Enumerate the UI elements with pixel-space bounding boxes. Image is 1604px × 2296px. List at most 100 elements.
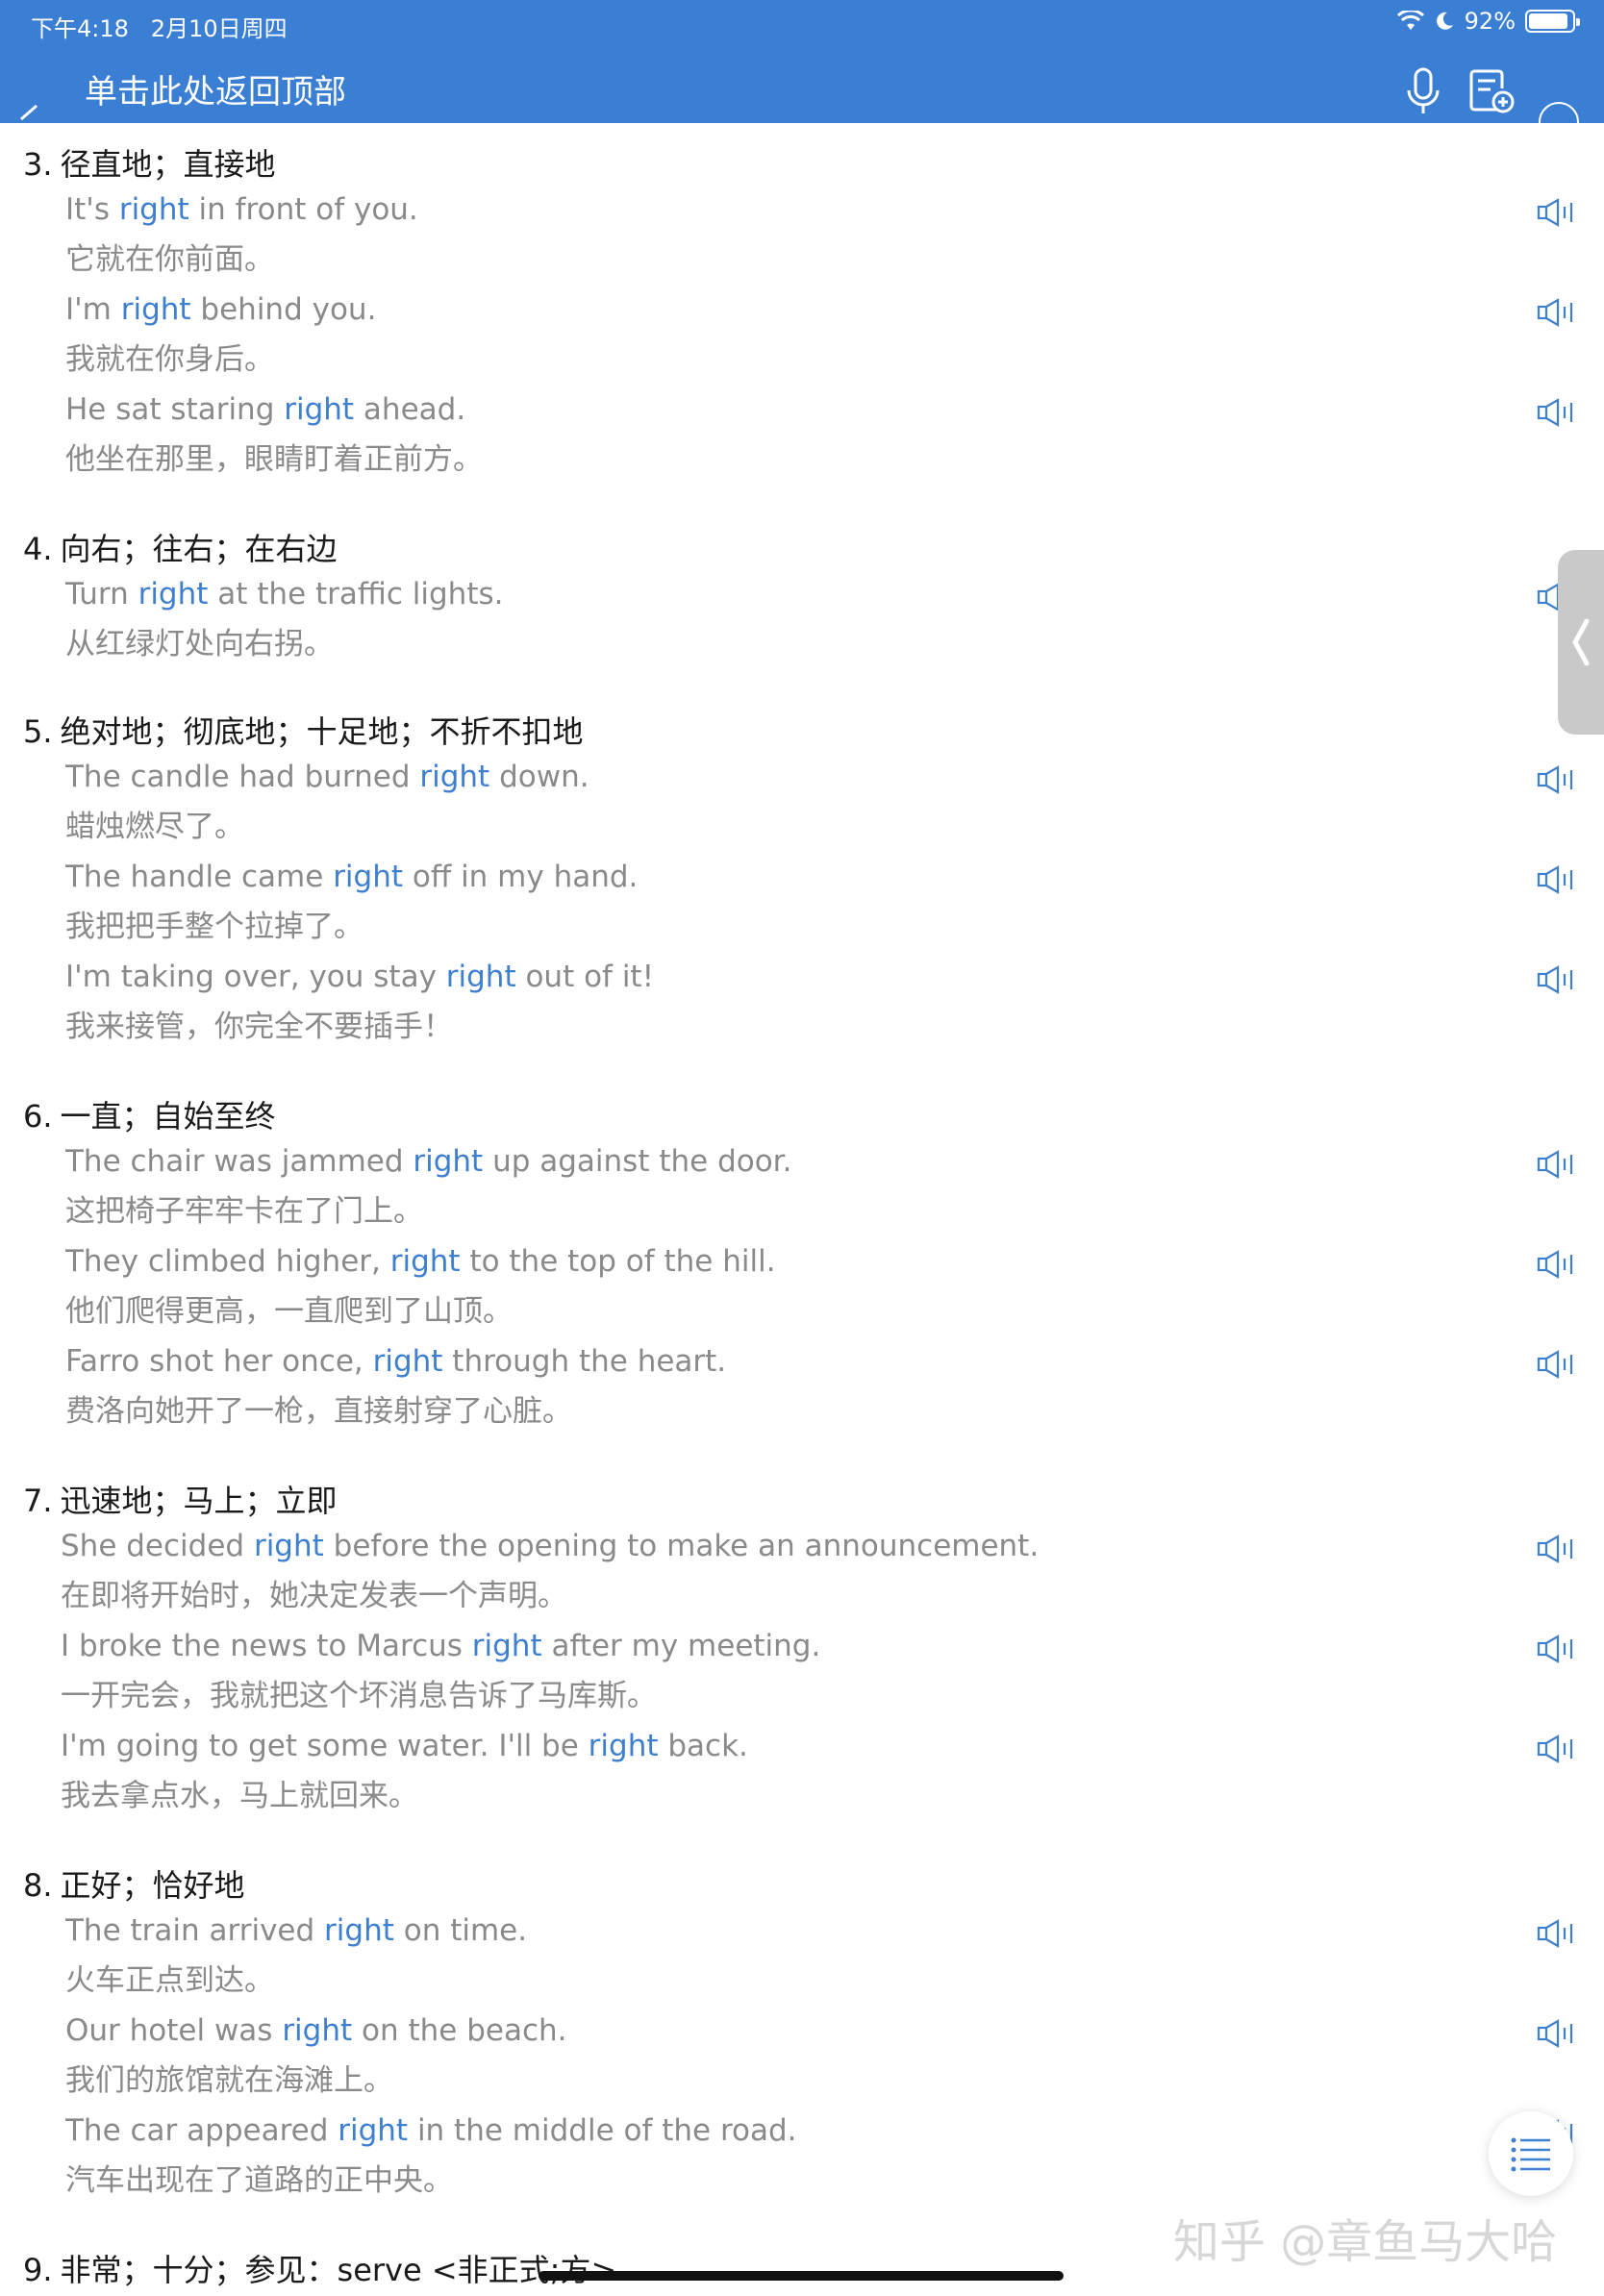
example-english: It's right in front of you. xyxy=(65,192,1508,227)
example-sentence: The train arrived right on time. 火车正点到达。 xyxy=(65,1913,1508,1999)
sense-number: 3. xyxy=(23,146,53,183)
speaker-icon[interactable] xyxy=(1537,1150,1577,1179)
sense-heading: 3. 径直地；直接地 xyxy=(23,140,276,185)
keyword-highlight[interactable]: right xyxy=(373,1344,443,1379)
keyword-highlight[interactable]: right xyxy=(282,2013,352,2048)
example-english: She decided right before the opening to … xyxy=(61,1529,1503,1563)
example-text: at the traffic lights. xyxy=(208,577,504,611)
example-translation: 在即将开始时，她决定发表一个声明。 xyxy=(61,1579,567,1613)
keyword-highlight[interactable]: right xyxy=(446,960,516,994)
example-text: after my meeting. xyxy=(541,1629,821,1663)
wifi-icon xyxy=(1396,11,1424,30)
chevron-left-icon xyxy=(1572,618,1590,666)
speaker-icon[interactable] xyxy=(1537,1919,1577,1948)
example-english: Our hotel was right on the beach. xyxy=(65,2013,1508,2048)
speaker-icon[interactable] xyxy=(1537,298,1577,327)
side-panel-handle[interactable] xyxy=(1558,550,1604,735)
speaker-icon[interactable] xyxy=(1537,765,1577,794)
list-icon xyxy=(1511,2137,1550,2172)
example-translation: 蜡烛燃尽了。 xyxy=(65,810,244,844)
example-text: up against the door. xyxy=(483,1144,792,1179)
example-translation: 费洛向她开了一枪，直接射穿了心脏。 xyxy=(65,1394,572,1429)
example-sentence: I'm going to get some water. I'll be rig… xyxy=(61,1729,1503,1814)
sense-meaning: 径直地；直接地 xyxy=(60,146,276,183)
status-right: 92% xyxy=(1396,8,1580,35)
example-text: in front of you. xyxy=(188,192,418,227)
example-text: ahead. xyxy=(354,392,466,427)
example-text: through the heart. xyxy=(442,1344,727,1379)
sense-heading: 5. 绝对地；彻底地；十足地；不折不扣地 xyxy=(23,708,584,752)
sense-heading: 8. 正好；恰好地 xyxy=(23,1861,245,1906)
sense-heading: 4. 向右；往右；在右边 xyxy=(23,525,338,569)
example-english: The train arrived right on time. xyxy=(65,1913,1508,1948)
sense-heading: 6. 一直；自始至终 xyxy=(23,1092,276,1136)
example-english: I'm taking over, you stay right out of i… xyxy=(65,960,1508,994)
example-english: I'm going to get some water. I'll be rig… xyxy=(61,1729,1503,1763)
keyword-highlight[interactable]: right xyxy=(119,192,189,227)
example-text: Our hotel was xyxy=(65,2013,283,2048)
example-text: behind you. xyxy=(190,292,377,327)
sense-meaning: 一直；自始至终 xyxy=(60,1098,276,1135)
microphone-icon[interactable] xyxy=(1402,67,1444,115)
speaker-icon[interactable] xyxy=(1537,1635,1577,1663)
speaker-icon[interactable] xyxy=(1537,865,1577,894)
example-translation: 我们的旅馆就在海滩上。 xyxy=(65,2063,393,2098)
speaker-icon[interactable] xyxy=(1537,1250,1577,1279)
sense-number: 9. xyxy=(23,2252,53,2288)
example-sentence: I broke the news to Marcus right after m… xyxy=(61,1629,1503,1714)
keyword-highlight[interactable]: right xyxy=(138,577,209,611)
keyword-highlight[interactable]: right xyxy=(589,1729,659,1763)
sense-meaning: 正好；恰好地 xyxy=(60,1867,245,1904)
speaker-icon[interactable] xyxy=(1537,198,1577,227)
example-sentence: The candle had burned right down. 蜡烛燃尽了。 xyxy=(65,760,1508,845)
back-chevron-icon[interactable] xyxy=(17,104,38,121)
example-translation: 他坐在那里，眼睛盯着正前方。 xyxy=(65,442,483,477)
speaker-icon[interactable] xyxy=(1537,1535,1577,1563)
speaker-icon[interactable] xyxy=(1537,965,1577,994)
sense-meaning: 非常；十分；参见：serve <非正式;方> xyxy=(60,2252,617,2288)
keyword-highlight[interactable]: right xyxy=(333,860,403,894)
speaker-icon[interactable] xyxy=(1537,1350,1577,1379)
sense-number: 7. xyxy=(23,1483,53,1519)
speaker-icon[interactable] xyxy=(1537,398,1577,427)
table-of-contents-button[interactable] xyxy=(1489,2111,1573,2196)
keyword-highlight[interactable]: right xyxy=(472,1629,542,1663)
battery-icon xyxy=(1525,10,1580,33)
example-sentence: Turn right at the traffic lights. 从红绿灯处向右… xyxy=(65,577,1508,662)
back-to-top-title[interactable]: 单击此处返回顶部 xyxy=(85,65,346,112)
example-sentence: It's right in front of you. 它就在你前面。 xyxy=(65,192,1508,278)
example-sentence: I'm right behind you. 我就在你身后。 xyxy=(65,292,1508,378)
example-translation: 汽车出现在了道路的正中央。 xyxy=(65,2163,453,2198)
example-text: I'm going to get some water. I'll be xyxy=(61,1729,589,1763)
speaker-icon[interactable] xyxy=(1537,1734,1577,1763)
example-english: The handle came right off in my hand. xyxy=(65,860,1508,894)
example-text: He sat staring xyxy=(65,392,285,427)
example-english: He sat staring right ahead. xyxy=(65,392,1508,427)
example-text: The train arrived xyxy=(65,1913,325,1948)
keyword-highlight[interactable]: right xyxy=(121,292,191,327)
speaker-icon[interactable] xyxy=(1537,2019,1577,2048)
example-translation: 这把椅子牢牢卡在了门上。 xyxy=(65,1194,423,1229)
home-indicator[interactable] xyxy=(539,2271,1064,2281)
example-text: back. xyxy=(658,1729,748,1763)
keyword-highlight[interactable]: right xyxy=(413,1144,483,1179)
keyword-highlight[interactable]: right xyxy=(390,1244,461,1279)
example-english: The candle had burned right down. xyxy=(65,760,1508,794)
keyword-highlight[interactable]: right xyxy=(284,392,354,427)
sense-number: 4. xyxy=(23,531,53,567)
example-translation: 从红绿灯处向右拐。 xyxy=(65,627,334,661)
sense-meaning: 绝对地；彻底地；十足地；不折不扣地 xyxy=(60,713,584,750)
sense-number: 5. xyxy=(23,713,53,750)
add-note-icon[interactable] xyxy=(1467,67,1516,115)
example-text: Farro shot her once, xyxy=(65,1344,373,1379)
keyword-highlight[interactable]: right xyxy=(419,760,489,794)
keyword-highlight[interactable]: right xyxy=(254,1529,324,1563)
example-sentence: They climbed higher, right to the top of… xyxy=(65,1244,1508,1330)
status-bar: 下午4:18 2月10日周四 92% xyxy=(0,0,1604,46)
example-text: The handle came xyxy=(65,860,334,894)
keyword-highlight[interactable]: right xyxy=(338,2113,408,2148)
keyword-highlight[interactable]: right xyxy=(324,1913,394,1948)
example-text: They climbed higher, xyxy=(65,1244,390,1279)
example-english: They climbed higher, right to the top of… xyxy=(65,1244,1508,1279)
example-translation: 我去拿点水，马上就回来。 xyxy=(61,1779,418,1813)
